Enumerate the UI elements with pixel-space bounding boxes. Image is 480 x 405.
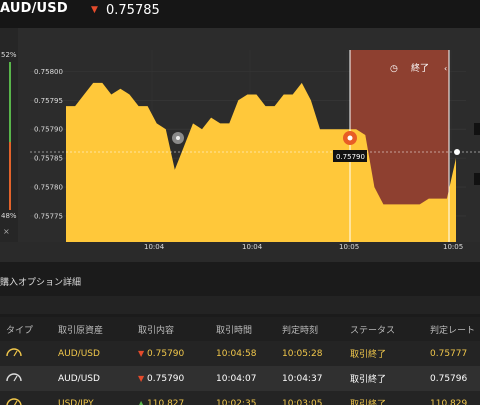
- x-tick-label: 10:04: [242, 243, 263, 251]
- section-title: 購入オプション詳細: [0, 278, 82, 288]
- table-row[interactable]: AUD/USD ▼ 0.75790 10:04:58 10:05:28 取引終了…: [0, 341, 480, 366]
- col-status[interactable]: ステータス: [346, 317, 426, 341]
- content-cell: ▲ 110.827: [136, 391, 214, 405]
- rate-cell: 0.75796: [426, 366, 480, 391]
- right-tag-1: [474, 123, 480, 135]
- price-chart-panel[interactable]: 52% 48% × 0.75800 0.75795 0.75790 0.75785 0.…: [0, 28, 480, 262]
- time-cell: 10:02:35: [214, 391, 280, 405]
- strike-tag-label: 0.75790: [336, 153, 365, 161]
- status-cell: 取引終了: [346, 366, 426, 391]
- y-tick-label: 0.75790: [34, 126, 63, 134]
- y-tick-label: 0.75785: [34, 155, 63, 163]
- type-cell: [0, 391, 50, 405]
- gauge-icon: [6, 348, 22, 357]
- col-time[interactable]: 取引時間: [214, 317, 280, 341]
- current-price-dot: [454, 149, 460, 155]
- y-tick-label: 0.75780: [34, 184, 63, 192]
- time-cell: 10:04:07: [214, 366, 280, 391]
- x-tick-label: 10:05: [443, 243, 463, 251]
- header-bar: AUD/USD ▼ 0.75785: [0, 0, 480, 28]
- down-arrow-icon: ▼: [138, 348, 145, 358]
- currency-pair-title: AUD/USD: [0, 1, 68, 16]
- col-asset[interactable]: 取引原資産: [50, 317, 136, 341]
- judge-cell: 10:05:28: [280, 341, 346, 366]
- asset-cell: AUD/USD: [50, 341, 136, 366]
- down-arrow-icon: ▼: [91, 5, 98, 15]
- content-value: 0.75790: [147, 373, 185, 384]
- chevron-right-icon: ‹: [444, 64, 447, 73]
- down-arrow-icon: ▼: [138, 373, 145, 383]
- rate-cell: 110.829: [426, 391, 480, 405]
- y-tick-label: 0.75795: [34, 97, 63, 105]
- col-judge[interactable]: 判定時刻: [280, 317, 346, 341]
- up-arrow-icon: ▲: [138, 398, 145, 405]
- judge-cell: 10:04:37: [280, 366, 346, 391]
- y-tick-label: 0.75800: [34, 68, 63, 76]
- x-tick-label: 10:05: [339, 243, 359, 251]
- content-value: 110.827: [147, 398, 185, 405]
- time-cell: 10:04:58: [214, 341, 280, 366]
- type-cell: [0, 366, 50, 391]
- gauge-icon: [6, 398, 22, 405]
- gauge-icon: [6, 373, 22, 382]
- col-type[interactable]: タイプ: [0, 317, 50, 341]
- current-price: 0.75785: [106, 3, 160, 18]
- strike-marker: [343, 131, 357, 145]
- status-cell: 取引終了: [346, 391, 426, 405]
- right-tag-2: [474, 173, 480, 185]
- asset-cell: USD/JPY: [50, 391, 136, 405]
- asset-cell: AUD/USD: [50, 366, 136, 391]
- col-rate[interactable]: 判定レート: [426, 317, 480, 341]
- previous-marker: [172, 132, 184, 144]
- options-table: タイプ 取引原資産 取引内容 取引時間 判定時刻 ステータス 判定レート AUD…: [0, 317, 480, 405]
- type-cell: [0, 341, 50, 366]
- status-cell: 取引終了: [346, 341, 426, 366]
- expiry-label: 終了: [411, 62, 429, 74]
- judge-cell: 10:03:05: [280, 391, 346, 405]
- table-row[interactable]: USD/JPY ▲ 110.827 10:02:35 10:03:05 取引終了…: [0, 391, 480, 405]
- table-header-row: タイプ 取引原資産 取引内容 取引時間 判定時刻 ステータス 判定レート: [0, 317, 480, 341]
- clock-icon: ◷: [390, 64, 398, 74]
- content-cell: ▼ 0.75790: [136, 366, 214, 391]
- content-value: 0.75790: [147, 348, 185, 359]
- y-tick-label: 0.75775: [34, 212, 63, 220]
- content-cell: ▼ 0.75790: [136, 341, 214, 366]
- rate-cell: 0.75777: [426, 341, 480, 366]
- col-content[interactable]: 取引内容: [136, 317, 214, 341]
- section-divider: [0, 296, 480, 314]
- area-chart: 0.75800 0.75795 0.75790 0.75785 0.75780 0.757…: [18, 28, 480, 251]
- table-row[interactable]: AUD/USD ▼ 0.75790 10:04:07 10:04:37 取引終了…: [0, 366, 480, 391]
- x-tick-label: 10:04: [144, 243, 165, 251]
